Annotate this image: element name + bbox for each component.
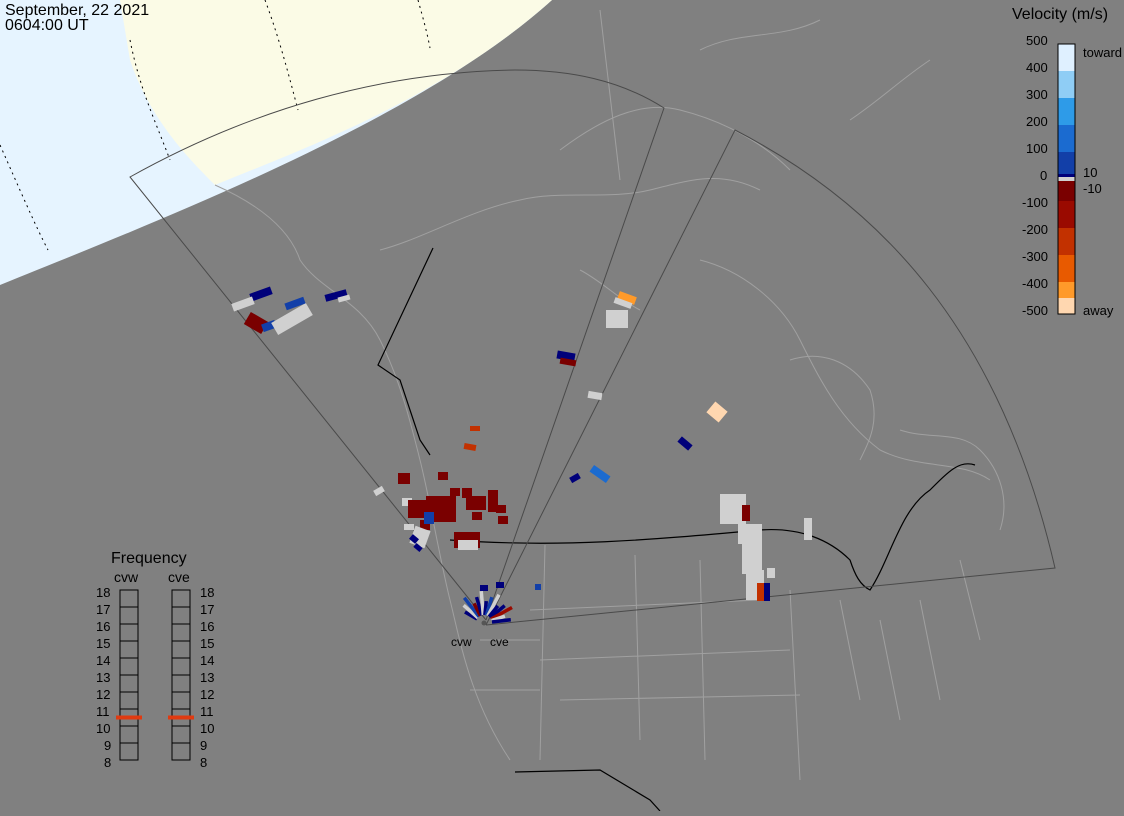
velocity-tick-neg400: -400 (1022, 276, 1049, 291)
cvw-radar-site (481, 620, 487, 626)
frequency-tick-left: 8 (104, 755, 112, 770)
scatter-patch (498, 516, 508, 524)
frequency-tick-left: 13 (96, 670, 111, 685)
radar-label-cve: cve (490, 635, 509, 649)
frequency-tick-left: 15 (96, 636, 111, 651)
frequency-bars (116, 589, 194, 761)
colorbar-segment-toward-10 (1058, 174, 1075, 177)
scatter-patch (606, 310, 628, 328)
colorbar-segment-away-300 (1058, 255, 1075, 282)
frequency-tick-right: 8 (200, 755, 208, 770)
national-borders (377, 247, 976, 812)
colorbar-segment-away-400 (1058, 282, 1075, 298)
frequency-tick-left: 17 (96, 602, 111, 617)
scatter-patch (742, 544, 762, 574)
scatter-patch (535, 584, 541, 590)
velocity-away-label: away (1083, 303, 1114, 318)
scatter-patch (458, 540, 478, 550)
superdarn-map-plot: September, 22 2021 0604:00 UT Velocity (… (0, 0, 1124, 812)
scatter-patch (677, 436, 693, 451)
colorbar-segment-toward-300 (1058, 98, 1075, 125)
frequency-tick-right: 16 (200, 619, 215, 634)
frequency-tick-right: 18 (200, 585, 215, 600)
frequency-tick-right: 9 (200, 738, 208, 753)
frequency-cvw-label: cvw (114, 569, 139, 585)
colorbar-segment-ground-scatter (1058, 177, 1075, 181)
velocity-tick-400: 400 (1026, 60, 1048, 75)
velocity-pos-threshold: 10 (1083, 165, 1098, 180)
frequency-cve-label: cve (168, 569, 190, 585)
frequency-marker-cve (168, 715, 194, 720)
map-canvas (0, 0, 1076, 812)
velocity-tick-200: 200 (1026, 114, 1048, 129)
scatter-patch (496, 582, 504, 588)
scatter-patch (804, 518, 812, 540)
frequency-tick-right: 15 (200, 636, 215, 651)
velocity-tick-neg500: -500 (1022, 303, 1049, 318)
scatter-patches (231, 286, 812, 624)
scatter-patch (450, 488, 460, 496)
velocity-tick-neg100: -100 (1022, 195, 1049, 210)
colorbar-segment-toward-200 (1058, 125, 1075, 152)
velocity-neg-threshold: -10 (1083, 181, 1102, 196)
scatter-patch (589, 464, 611, 484)
scatter-patch (404, 524, 414, 530)
colorbar-segment-toward-500 (1058, 44, 1075, 71)
colorbar-segment-away-10 (1058, 181, 1075, 201)
frequency-tick-left: 11 (96, 704, 110, 719)
radar-label-cvw: cvw (451, 635, 472, 649)
frequency-tick-left: 18 (96, 585, 111, 600)
frequency-marker-cvw (116, 715, 142, 720)
colorbar-segment-away-500 (1058, 298, 1075, 314)
scatter-patch (470, 426, 480, 431)
colorbar-segment-away-200 (1058, 228, 1075, 255)
near-range-echo (479, 590, 486, 616)
velocity-tick-0: 0 (1040, 168, 1048, 183)
scatter-patch (424, 512, 434, 524)
velocity-colorbar (1058, 44, 1075, 314)
scatter-patch (738, 524, 762, 544)
velocity-tick-neg200: -200 (1022, 222, 1049, 237)
scatter-patch (438, 472, 448, 480)
velocity-tick-500: 500 (1026, 33, 1048, 48)
scatter-patch (472, 512, 482, 520)
near-range-echo (491, 617, 512, 624)
scatter-patch (463, 443, 477, 451)
colorbar-segment-toward-100 (1058, 152, 1075, 174)
scatter-patch (587, 390, 603, 401)
velocity-tick-100: 100 (1026, 141, 1048, 156)
scatter-patch (764, 583, 770, 601)
frequency-tick-left: 12 (96, 687, 111, 702)
scatter-patch (706, 401, 728, 423)
scatter-patch (569, 472, 581, 484)
time-label: 0604:00 UT (5, 17, 89, 34)
frequency-tick-right: 14 (200, 653, 215, 668)
colorbar-segment-toward-400 (1058, 71, 1075, 98)
velocity-tick-300: 300 (1026, 87, 1048, 102)
frequency-tick-right: 12 (200, 687, 215, 702)
frequency-tick-right: 10 (200, 721, 215, 736)
scatter-patch (496, 505, 506, 513)
velocity-title: Velocity (m/s) (1012, 6, 1109, 23)
scatter-patch (466, 496, 486, 510)
frequency-tick-left: 10 (96, 721, 111, 736)
frequency-tick-left: 9 (104, 738, 112, 753)
frequency-tick-left: 16 (96, 619, 111, 634)
colorbar-segment-away-100 (1058, 201, 1075, 228)
frequency-title: Frequency (111, 550, 187, 567)
velocity-toward-label: toward (1083, 45, 1123, 60)
scatter-patch (767, 568, 775, 578)
frequency-tick-right: 13 (200, 670, 215, 685)
frequency-tick-right: 17 (200, 602, 215, 617)
frequency-tick-right: 11 (200, 704, 214, 719)
fov-outline-cve (485, 129, 1056, 626)
scatter-patch (231, 296, 255, 312)
scatter-patch (757, 583, 765, 601)
frequency-tick-left: 14 (96, 653, 111, 668)
velocity-tick-neg300: -300 (1022, 249, 1049, 264)
scatter-patch (742, 505, 750, 521)
scatter-patch (480, 585, 488, 591)
scatter-patch (398, 473, 410, 484)
